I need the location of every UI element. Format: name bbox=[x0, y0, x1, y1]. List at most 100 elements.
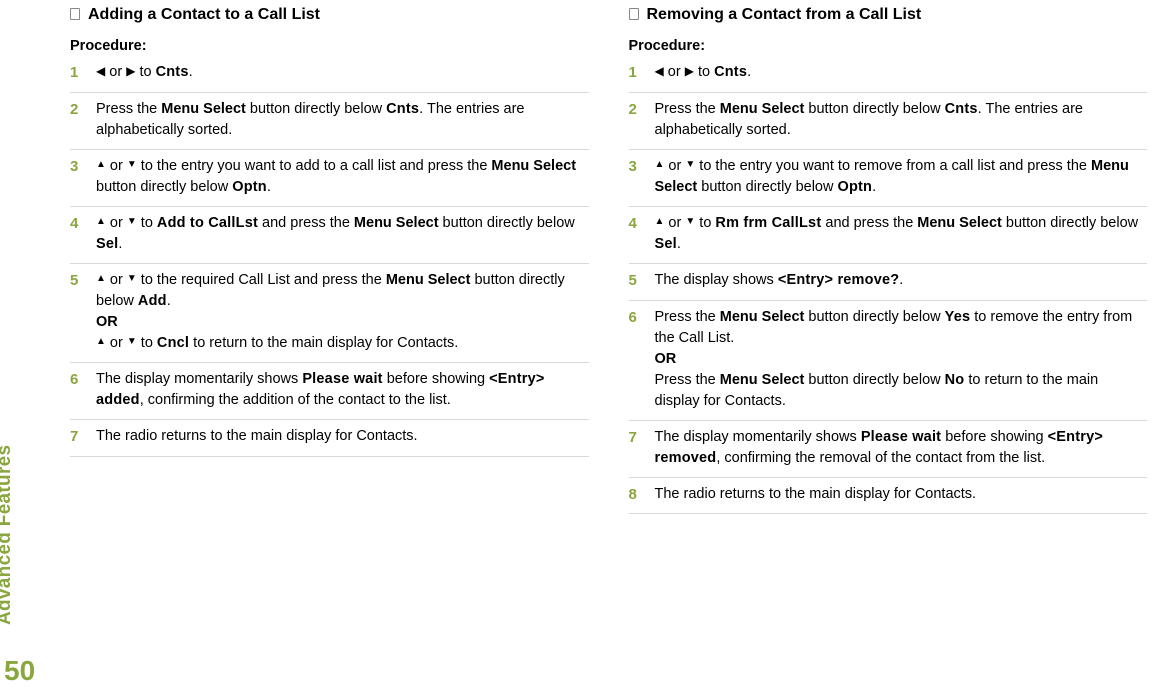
text: to the entry you want to add to a call l… bbox=[137, 158, 492, 174]
left-title: Adding a Contact to a Call List bbox=[70, 6, 589, 24]
down-arrow-icon: ▼ bbox=[127, 337, 137, 347]
step-body: ◀ or ▶ to Cnts. bbox=[655, 62, 1148, 83]
optn-label: Optn bbox=[232, 179, 267, 195]
down-arrow-icon: ▼ bbox=[127, 217, 137, 227]
section-label: Advanced Features bbox=[0, 445, 16, 625]
please-wait-label: Please wait bbox=[302, 371, 382, 387]
text: The display shows bbox=[655, 272, 778, 288]
menu-select-label: Menu Select bbox=[720, 309, 805, 325]
step-2: 2 Press the Menu Select button directly … bbox=[629, 93, 1148, 150]
step-number: 2 bbox=[70, 99, 96, 121]
step-number: 8 bbox=[629, 484, 655, 506]
up-arrow-icon: ▲ bbox=[96, 337, 106, 347]
text: and press the bbox=[258, 215, 354, 231]
text: before showing bbox=[383, 371, 489, 387]
right-steps: 1 ◀ or ▶ to Cnts. 2 Press the Menu Selec… bbox=[629, 62, 1148, 514]
step-6: 6 The display momentarily shows Please w… bbox=[70, 363, 589, 420]
text: button directly below bbox=[1002, 215, 1138, 231]
text: button directly below bbox=[697, 179, 837, 195]
step-body: Press the Menu Select button directly be… bbox=[655, 307, 1148, 412]
or-separator: OR bbox=[96, 314, 118, 330]
text: button directly below bbox=[804, 372, 944, 388]
sel-label: Sel bbox=[655, 236, 677, 252]
text: . bbox=[189, 64, 193, 80]
menu-select-label: Menu Select bbox=[161, 101, 246, 117]
text: Press the bbox=[655, 372, 720, 388]
page-number: 50 bbox=[4, 655, 35, 687]
step-body: The display shows <Entry> remove?. bbox=[655, 270, 1148, 291]
step-body: The display momentarily shows Please wai… bbox=[96, 369, 589, 411]
menu-select-label: Menu Select bbox=[491, 158, 576, 174]
up-arrow-icon: ▲ bbox=[655, 160, 665, 170]
right-arrow-icon: ▶ bbox=[685, 65, 694, 77]
entry-remove-label: <Entry> remove? bbox=[778, 272, 899, 288]
menu-select-label: Menu Select bbox=[917, 215, 1002, 231]
cnts-label: Cnts bbox=[714, 64, 747, 80]
or-text: or bbox=[106, 158, 127, 174]
procedure-label: Procedure: bbox=[70, 38, 589, 54]
text: Press the bbox=[655, 309, 720, 325]
menu-select-label: Menu Select bbox=[386, 272, 471, 288]
step-number: 3 bbox=[629, 156, 655, 178]
step-number: 6 bbox=[70, 369, 96, 391]
step-1: 1 ◀ or ▶ to Cnts. bbox=[629, 62, 1148, 93]
text: to return to the main display for Contac… bbox=[189, 335, 458, 351]
left-arrow-icon: ◀ bbox=[655, 65, 664, 77]
left-title-text: Adding a Contact to a Call List bbox=[88, 6, 320, 24]
right-arrow-icon: ▶ bbox=[126, 65, 135, 77]
or-text: or bbox=[106, 335, 127, 351]
step-5: 5 The display shows <Entry> remove?. bbox=[629, 264, 1148, 301]
down-arrow-icon: ▼ bbox=[685, 160, 695, 170]
content: Adding a Contact to a Call List Procedur… bbox=[60, 0, 1167, 695]
step-3: 3 ▲ or ▼ to the entry you want to add to… bbox=[70, 150, 589, 207]
cnts-label: Cnts bbox=[386, 101, 419, 117]
step-number: 7 bbox=[629, 427, 655, 449]
step-7: 7 The display momentarily shows Please w… bbox=[629, 421, 1148, 478]
step-body: The radio returns to the main display fo… bbox=[96, 426, 589, 447]
down-arrow-icon: ▼ bbox=[685, 217, 695, 227]
step-number: 5 bbox=[70, 270, 96, 292]
menu-select-label: Menu Select bbox=[720, 101, 805, 117]
step-4: 4 ▲ or ▼ to Rm frm CallLst and press the… bbox=[629, 207, 1148, 264]
text: to bbox=[695, 215, 715, 231]
right-column: Removing a Contact from a Call List Proc… bbox=[629, 6, 1148, 685]
step-number: 6 bbox=[629, 307, 655, 329]
text: . bbox=[872, 179, 876, 195]
procedure-label: Procedure: bbox=[629, 38, 1148, 54]
text: The display momentarily shows bbox=[655, 429, 861, 445]
text: and press the bbox=[821, 215, 917, 231]
step-body: ◀ or ▶ to Cnts. bbox=[96, 62, 589, 83]
right-title: Removing a Contact from a Call List bbox=[629, 6, 1148, 24]
up-arrow-icon: ▲ bbox=[655, 217, 665, 227]
text: , confirming the removal of the contact … bbox=[716, 450, 1045, 466]
step-3: 3 ▲ or ▼ to the entry you want to remove… bbox=[629, 150, 1148, 207]
text: Press the bbox=[96, 101, 161, 117]
text: button directly below bbox=[804, 309, 944, 325]
cnts-label: Cnts bbox=[156, 64, 189, 80]
step-number: 7 bbox=[70, 426, 96, 448]
step-body: ▲ or ▼ to the entry you want to remove f… bbox=[655, 156, 1148, 198]
step-body: ▲ or ▼ to the required Call List and pre… bbox=[96, 270, 589, 354]
step-6: 6 Press the Menu Select button directly … bbox=[629, 301, 1148, 421]
text: . bbox=[167, 293, 171, 309]
step-body: Press the Menu Select button directly be… bbox=[96, 99, 589, 141]
step-body: The radio returns to the main display fo… bbox=[655, 484, 1148, 505]
text: to bbox=[137, 215, 157, 231]
cncl-label: Cncl bbox=[157, 335, 189, 351]
text: to bbox=[694, 64, 714, 80]
step-body: ▲ or ▼ to Add to CallLst and press the M… bbox=[96, 213, 589, 255]
step-body: The display momentarily shows Please wai… bbox=[655, 427, 1148, 469]
or-text: or bbox=[664, 158, 685, 174]
left-steps: 1 ◀ or ▶ to Cnts. 2 Press the Menu Selec… bbox=[70, 62, 589, 457]
step-number: 4 bbox=[70, 213, 96, 235]
optn-label: Optn bbox=[837, 179, 872, 195]
or-text: or bbox=[664, 64, 685, 80]
cnts-label: Cnts bbox=[945, 101, 978, 117]
text: to the entry you want to remove from a c… bbox=[695, 158, 1091, 174]
step-number: 1 bbox=[70, 62, 96, 84]
text: to the required Call List and press the bbox=[137, 272, 386, 288]
text: . bbox=[747, 64, 751, 80]
step-number: 5 bbox=[629, 270, 655, 292]
down-arrow-icon: ▼ bbox=[127, 274, 137, 284]
right-title-text: Removing a Contact from a Call List bbox=[647, 6, 922, 24]
